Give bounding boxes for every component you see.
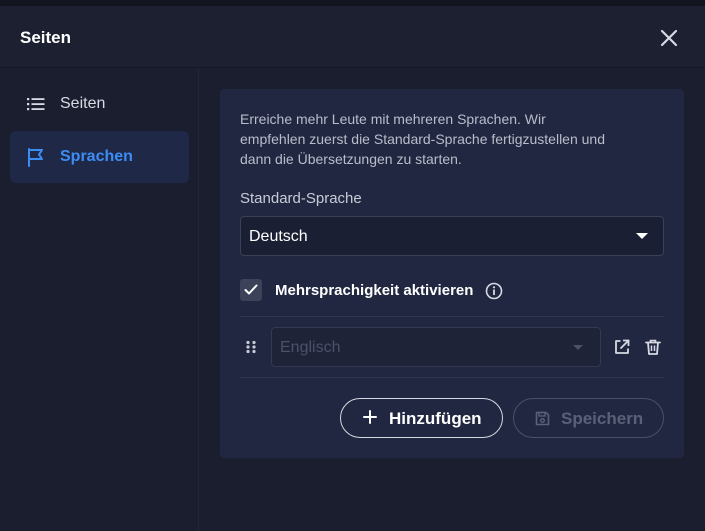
drag-handle-icon[interactable] — [244, 340, 258, 354]
plus-icon — [363, 410, 377, 424]
save-icon — [535, 411, 550, 426]
description-text: Erreiche mehr Leute mit mehreren Sprache… — [240, 109, 670, 169]
default-language-value: Deutsch — [249, 228, 308, 245]
chevron-down-icon — [636, 233, 648, 239]
divider — [240, 316, 664, 317]
list-icon — [26, 94, 46, 114]
flag-icon — [26, 147, 46, 167]
save-button[interactable]: Speichern — [513, 398, 664, 438]
trash-icon[interactable] — [644, 338, 662, 356]
sidebar-item-label: Seiten — [60, 95, 106, 112]
external-link-icon[interactable] — [613, 338, 631, 356]
sidebar-item-seiten[interactable]: Seiten — [10, 78, 189, 130]
multilang-checkbox[interactable] — [240, 279, 262, 301]
save-button-label: Speichern — [561, 409, 644, 428]
sidebar-item-sprachen[interactable]: Sprachen — [10, 131, 189, 183]
add-language-button[interactable]: Hinzufügen — [340, 398, 503, 438]
multilang-checkbox-label[interactable]: Mehrsprachigkeit aktivieren — [275, 282, 473, 299]
sidebar: Seiten Sprachen — [0, 69, 199, 531]
description-line: dann die Übersetzungen zu starten. — [240, 151, 462, 167]
languages-panel: Erreiche mehr Leute mit mehreren Sprache… — [220, 89, 684, 458]
info-icon[interactable] — [485, 282, 503, 300]
chevron-down-icon — [573, 345, 583, 350]
divider — [240, 377, 664, 378]
dialog-title: Seiten — [20, 28, 72, 47]
description-line: Erreiche mehr Leute mit mehreren Sprache… — [240, 111, 546, 127]
dialog-header: Seiten — [0, 6, 705, 68]
language-select[interactable]: Englisch — [271, 327, 601, 367]
sidebar-item-label: Sprachen — [60, 148, 133, 165]
close-icon[interactable] — [657, 26, 681, 50]
description-line: empfehlen zuerst die Standard-Sprache fe… — [240, 131, 605, 147]
default-language-select[interactable]: Deutsch — [240, 216, 664, 256]
default-language-label: Standard-Sprache — [240, 190, 362, 207]
language-select-value: Englisch — [280, 339, 341, 356]
add-button-label: Hinzufügen — [389, 409, 482, 428]
